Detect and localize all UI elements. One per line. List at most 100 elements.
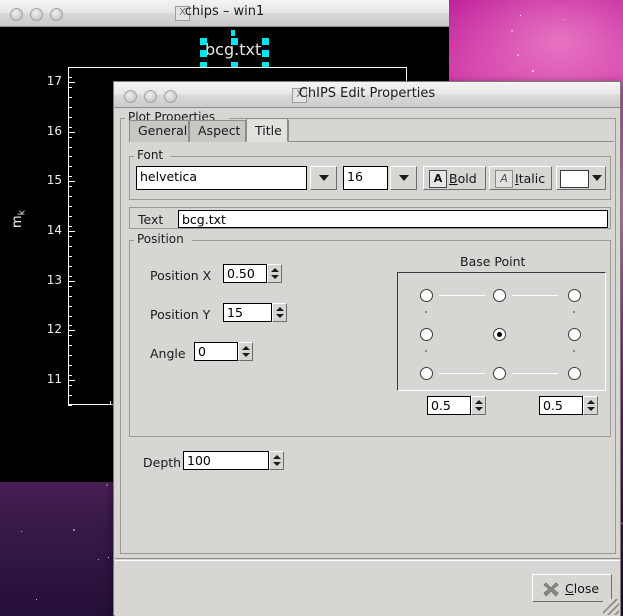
y-axis-minor-tick <box>68 87 72 88</box>
resize-grip[interactable] <box>603 599 619 615</box>
spinner-up-icon[interactable] <box>587 400 595 404</box>
base-point-radio-top-right[interactable] <box>568 289 581 302</box>
position-x-input[interactable]: 0.50 <box>223 264 267 283</box>
text-row-container: Text bcg.txt <box>129 207 611 229</box>
star <box>532 69 535 72</box>
base-point-connector <box>512 295 558 296</box>
angle-label: Angle <box>150 346 186 361</box>
font-groupbox: Font helvetica 16 A Bold A Italic <box>129 148 611 200</box>
y-axis-minor-tick <box>68 325 72 326</box>
tab-strip-edge <box>288 120 289 141</box>
y-axis-minor-tick <box>68 375 72 376</box>
y-axis-title-main: m <box>10 215 25 228</box>
spinner-down-icon[interactable] <box>273 462 281 466</box>
spinner-down-icon[interactable] <box>587 407 595 411</box>
base-point-radio-middle-center[interactable] <box>493 328 506 341</box>
close-button-label: Close <box>565 581 599 596</box>
dialog-titlebar[interactable]: X ChIPS Edit Properties <box>114 82 620 108</box>
font-size-value[interactable]: 16 <box>343 166 388 190</box>
depth-input[interactable]: 100 <box>183 451 269 470</box>
base-point-radio-top-left[interactable] <box>420 289 433 302</box>
position-y-spinner[interactable] <box>272 303 287 322</box>
base-point-radio-middle-right[interactable] <box>568 328 581 341</box>
y-axis-tick <box>68 380 75 381</box>
selection-handle-mr[interactable] <box>262 50 269 57</box>
y-axis-tick <box>68 231 75 232</box>
base-point-offset-x-spinner[interactable] <box>471 396 486 415</box>
star <box>73 528 76 531</box>
base-point-radio-middle-left[interactable] <box>420 328 433 341</box>
close-button[interactable]: Close <box>532 574 612 602</box>
position-y-input[interactable]: 15 <box>223 303 272 322</box>
y-axis-minor-tick <box>68 395 72 396</box>
chevron-down-icon <box>319 175 329 181</box>
font-family-value[interactable]: helvetica <box>136 166 307 190</box>
spinner-down-icon[interactable] <box>242 353 250 357</box>
y-axis-tick-label: 16 <box>46 124 62 138</box>
selection-handle-tl[interactable] <box>200 38 207 45</box>
base-point-offset-y-input[interactable]: 0.5 <box>539 396 583 415</box>
selection-handle-tc[interactable] <box>231 38 238 45</box>
base-point-radio-bottom-right[interactable] <box>568 367 581 380</box>
selection-stem <box>231 30 235 36</box>
font-family-dropdown-button[interactable] <box>310 166 337 190</box>
spinner-down-icon[interactable] <box>276 314 284 318</box>
chips-window-title: chips – win1 <box>184 4 265 19</box>
y-axis-minor-tick <box>68 137 72 138</box>
base-point-offset-x-input[interactable]: 0.5 <box>427 396 471 415</box>
star <box>108 556 110 558</box>
italic-toggle-button[interactable]: A Italic <box>489 166 552 190</box>
position-x-spinner[interactable] <box>267 264 282 283</box>
star <box>106 484 109 487</box>
base-point-grid[interactable] <box>397 272 606 391</box>
tab-aspect[interactable]: Aspect <box>189 120 246 142</box>
y-axis-minor-tick <box>68 306 72 307</box>
y-axis-minor-tick <box>68 196 72 197</box>
y-axis-title: mk <box>10 210 28 228</box>
depth-spinner[interactable] <box>269 451 284 470</box>
x-axis-tick <box>110 401 111 405</box>
base-point-radio-top-center[interactable] <box>493 289 506 302</box>
y-axis-minor-tick <box>68 206 72 207</box>
y-axis-minor-tick <box>68 77 72 78</box>
spinner-up-icon[interactable] <box>475 400 483 404</box>
close-x-icon <box>543 581 559 597</box>
chips-titlebar[interactable]: X chips – win1 <box>0 0 449 27</box>
position-y-label: Position Y <box>150 307 211 322</box>
font-color-dropdown-button[interactable] <box>556 166 606 190</box>
angle-input[interactable]: 0 <box>194 342 238 361</box>
y-axis-minor-tick <box>68 67 72 68</box>
base-point-radio-bottom-center[interactable] <box>493 367 506 380</box>
y-axis-minor-tick <box>68 385 72 386</box>
spinner-up-icon[interactable] <box>276 307 284 311</box>
spinner-down-icon[interactable] <box>271 275 279 279</box>
tab-general[interactable]: General <box>129 120 189 142</box>
spinner-up-icon[interactable] <box>271 268 279 272</box>
y-axis-minor-tick <box>68 355 72 356</box>
selection-handle-ml[interactable] <box>200 50 207 57</box>
spinner-down-icon[interactable] <box>475 407 483 411</box>
text-row-input[interactable]: bcg.txt <box>178 210 608 228</box>
y-axis-minor-tick <box>68 266 72 267</box>
font-size-dropdown-button[interactable] <box>390 166 417 190</box>
base-point-legend: Base Point <box>460 254 526 269</box>
close-button-mnemonic: C <box>565 581 574 596</box>
spinner-up-icon[interactable] <box>242 346 250 350</box>
y-axis-tick <box>68 330 75 331</box>
italic-label: Italic <box>515 171 545 186</box>
y-axis-minor-tick <box>68 365 72 366</box>
position-groupbox-legend: Position <box>134 232 187 246</box>
close-button-label-rest: lose <box>573 581 600 596</box>
angle-spinner[interactable] <box>238 342 253 361</box>
bold-toggle-button[interactable]: A Bold <box>423 166 486 190</box>
y-axis-minor-tick <box>68 117 72 118</box>
base-point-radio-bottom-left[interactable] <box>420 367 433 380</box>
tab-title[interactable]: Title <box>246 118 288 142</box>
base-point-offset-y-spinner[interactable] <box>583 396 598 415</box>
y-axis-minor-tick <box>68 256 72 257</box>
spinner-up-icon[interactable] <box>273 455 281 459</box>
position-groupbox: Position Position X 0.50 Position Y 15 A… <box>129 232 611 437</box>
selection-handle-tr[interactable] <box>262 38 269 45</box>
star <box>21 530 23 532</box>
star <box>36 599 38 601</box>
